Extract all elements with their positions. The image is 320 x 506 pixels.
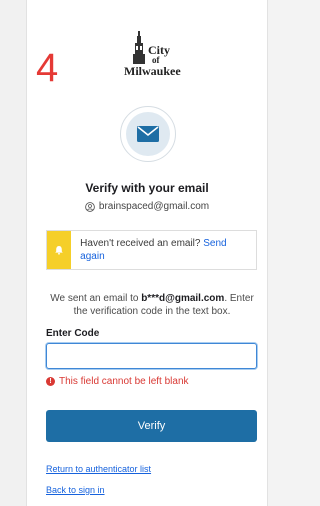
user-identifier: brainspaced@gmail.com [26,201,268,212]
error-icon: ! [46,377,55,386]
logo-milwaukee-text: Milwaukee [124,64,181,78]
bell-icon [55,246,63,255]
error-message: This field cannot be left blank [59,376,189,387]
step-number: 4 [36,46,59,90]
return-to-authenticator-list-link[interactable]: Return to authenticator list [46,464,151,474]
verify-button[interactable]: Verify [46,410,257,442]
envelope-icon [137,126,159,142]
user-email: brainspaced@gmail.com [98,201,210,212]
email-authenticator-badge [120,106,176,162]
city-hall-logo-icon [133,31,145,64]
page-title: Verify with your email [85,181,209,195]
instruction-prefix: We sent an email to [50,293,142,304]
user-icon [85,201,95,212]
back-to-sign-in-link[interactable]: Back to sign in [46,485,105,495]
left-strip [0,0,26,506]
field-error: ! This field cannot be left blank [46,376,189,387]
page: 4 City of Milwaukee Verify with your ema… [0,0,280,506]
callout-text: Haven't received an email? [80,238,201,249]
instruction-text: We sent an email to b***d@gmail.com. Ent… [44,292,260,318]
verification-code-input[interactable] [46,343,257,369]
callout-message: Haven't received an email? Send again [71,231,256,269]
resend-callout: Haven't received an email? Send again [46,230,257,270]
masked-email: b***d@gmail.com [141,293,225,304]
code-field-label: Enter Code [46,328,100,339]
callout-warning-bar [47,231,72,269]
email-icon-background [126,112,170,156]
